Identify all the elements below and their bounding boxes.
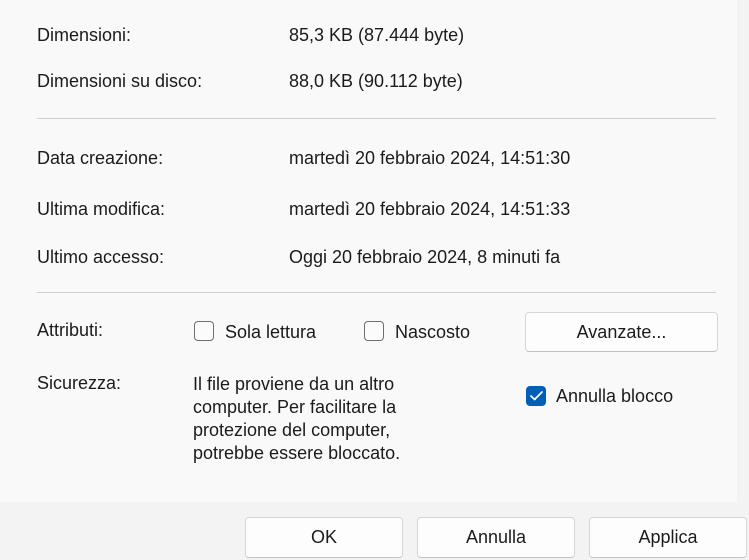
ok-button[interactable]: OK [245,517,403,558]
security-message-line: Il file proviene da un altro [193,374,395,394]
unblock-checkbox[interactable] [526,386,546,406]
checkmark-icon [530,391,543,401]
disk-size-value: 88,0 KB (90.112 byte) [289,71,463,91]
security-message-line: computer. Per facilitare la [193,397,397,417]
unblock-checkbox-label[interactable]: Annulla blocco [556,385,673,407]
dialog-footer: OK Annulla Applica [0,502,749,560]
accessed-value: Oggi 20 febbraio 2024, 8 minuti fa [289,247,561,267]
accessed-label: Ultimo accesso: [37,247,165,267]
created-label: Data creazione: [37,148,164,168]
cancel-button[interactable]: Annulla [417,517,575,558]
security-message-line: potrebbe essere bloccato. [193,443,401,463]
readonly-checkbox[interactable] [194,321,214,341]
created-value: martedì 20 febbraio 2024, 14:51:30 [289,148,571,168]
security-message: Il file proviene da un altro computer. P… [193,373,483,465]
advanced-button[interactable]: Avanzate... [525,312,718,352]
security-message-line: protezione del computer, [193,420,391,440]
attributes-label: Attributi: [37,320,104,340]
disk-size-label: Dimensioni su disco: [37,71,203,91]
modified-label: Ultima modifica: [37,199,166,219]
readonly-checkbox-label[interactable]: Sola lettura [225,321,316,343]
security-label: Sicurezza: [37,373,122,393]
size-value: 85,3 KB (87.444 byte) [289,25,465,45]
hidden-checkbox-label[interactable]: Nascosto [395,321,470,343]
apply-button[interactable]: Applica [589,517,747,558]
modified-value: martedì 20 febbraio 2024, 14:51:33 [289,199,571,219]
divider [37,292,716,293]
divider [37,118,716,119]
hidden-checkbox[interactable] [364,321,384,341]
size-label: Dimensioni: [37,25,132,45]
properties-panel: Dimensioni: 85,3 KB (87.444 byte) Dimens… [0,0,737,502]
